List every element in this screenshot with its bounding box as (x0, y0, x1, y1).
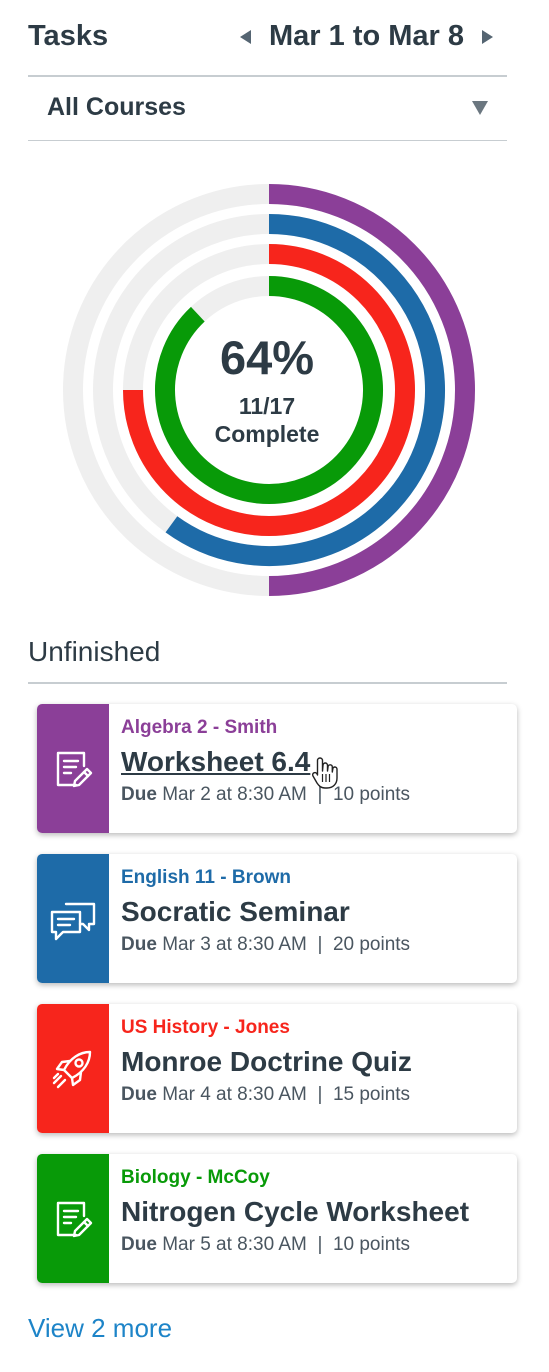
due-date: Mar 4 at 8:30 AM (162, 1084, 307, 1105)
task-points: 10 points (332, 1234, 411, 1255)
task-card[interactable]: Algebra 2 - Smith Worksheet 6.4 Due Mar … (37, 704, 517, 833)
progress-ratio: 11/17 (238, 393, 296, 419)
task-title-link[interactable]: Nitrogen Cycle Worksheet (121, 1194, 509, 1230)
task-card-body: Biology - McCoy Nitrogen Cycle Worksheet… (121, 1166, 509, 1258)
due-label: Due (121, 1084, 157, 1105)
task-meta: Due Mar 4 at 8:30 AM | 15 points (121, 1082, 509, 1108)
assignment-icon (56, 751, 93, 787)
course-color-band (37, 854, 109, 983)
task-course-name: US History - Jones (121, 1017, 290, 1038)
task-meta: Due Mar 5 at 8:30 AM | 10 points (121, 1232, 509, 1258)
task-points: 10 points (332, 784, 411, 805)
task-card[interactable]: US History - Jones Monroe Doctrine Quiz … (37, 1004, 517, 1133)
task-title-link[interactable]: Monroe Doctrine Quiz (121, 1044, 509, 1080)
due-label: Due (121, 934, 157, 955)
task-card[interactable]: Biology - McCoy Nitrogen Cycle Worksheet… (37, 1154, 517, 1283)
assignment-icon (56, 1201, 93, 1237)
quiz-rocket-icon (52, 1050, 92, 1088)
view-more-link[interactable]: View 2 more (28, 1313, 172, 1344)
due-date: Mar 5 at 8:30 AM (162, 1234, 307, 1255)
unfinished-section-header: Unfinished (28, 636, 507, 684)
course-color-band (37, 1154, 109, 1283)
progress-summary: 64% 11/17 Complete (167, 330, 367, 449)
hand-cursor-icon (311, 757, 338, 789)
due-date: Mar 2 at 8:30 AM (162, 784, 307, 805)
task-meta: Due Mar 3 at 8:30 AM | 20 points (121, 932, 509, 958)
task-course-name: Algebra 2 - Smith (121, 717, 278, 738)
course-color-band (37, 704, 109, 833)
section-title: Unfinished (28, 636, 161, 667)
task-card[interactable]: English 11 - Brown Socratic Seminar Due … (37, 854, 517, 983)
progress-status: Complete (214, 421, 320, 447)
task-card-body: US History - Jones Monroe Doctrine Quiz … (121, 1016, 509, 1108)
meta-separator: | (317, 934, 323, 955)
meta-separator: | (317, 1234, 323, 1255)
task-title-link[interactable]: Socratic Seminar (121, 894, 509, 930)
task-card-body: English 11 - Brown Socratic Seminar Due … (121, 866, 509, 958)
due-date: Mar 3 at 8:30 AM (162, 934, 307, 955)
task-course-name: English 11 - Brown (121, 867, 291, 888)
task-course-name: Biology - McCoy (121, 1167, 270, 1188)
meta-separator: | (317, 1084, 323, 1105)
task-points: 20 points (332, 934, 411, 955)
progress-rings (63, 184, 475, 596)
discussion-icon (50, 902, 96, 940)
due-label: Due (121, 784, 157, 805)
course-color-band (37, 1004, 109, 1133)
task-points: 15 points (332, 1084, 411, 1105)
due-label: Due (121, 1234, 157, 1255)
progress-percent: 64% (219, 331, 315, 384)
